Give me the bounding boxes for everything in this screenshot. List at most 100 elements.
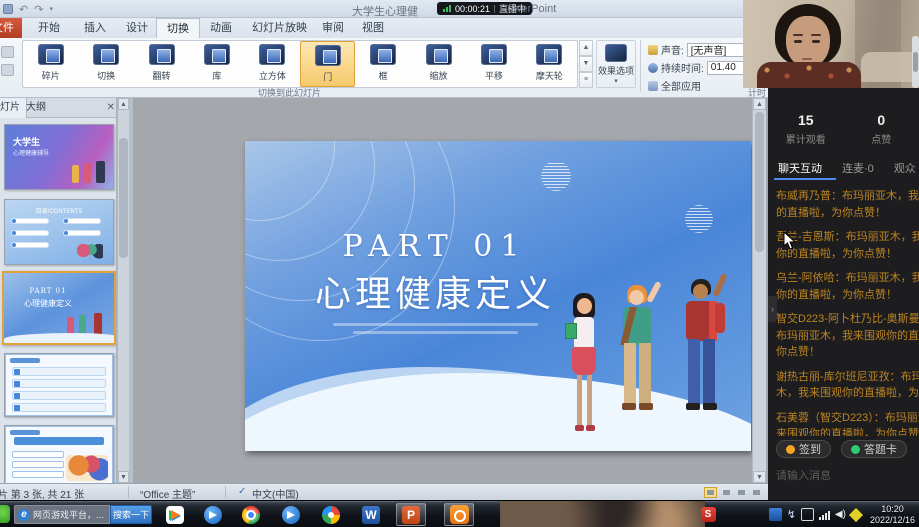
transition-box[interactable]: 框 (355, 41, 410, 87)
transition-pan[interactable]: 平移 (466, 41, 521, 87)
checkin-button[interactable]: 签到 (776, 440, 831, 458)
view-reading-button[interactable] (735, 487, 748, 498)
transition-switch-icon (93, 44, 119, 65)
editor-scrollbar[interactable]: ▲ ▼ (752, 98, 766, 483)
panel-close-icon[interactable]: ✕ (107, 102, 115, 113)
transition-doors-selected[interactable]: 门 (300, 41, 355, 87)
transition-gallery-fx[interactable]: 库 (189, 41, 244, 87)
redo-icon[interactable]: ↷ (34, 3, 43, 16)
man1-shoe (639, 403, 653, 410)
tab-design[interactable]: 设计 (116, 18, 158, 38)
network-signal-icon[interactable] (819, 510, 830, 520)
view-normal-button[interactable] (704, 487, 717, 498)
webcam-person-face (786, 16, 830, 68)
clock-time: 10:20 (870, 504, 915, 515)
transition-switch[interactable]: 切换 (78, 41, 133, 87)
sound-select[interactable]: [无声音] (687, 43, 749, 57)
chat-message-input[interactable] (776, 470, 911, 482)
security-tray-icon[interactable] (849, 507, 863, 521)
answer-card-button[interactable]: 答题卡 (841, 440, 907, 458)
editor-scroll-down-icon[interactable]: ▼ (753, 471, 766, 483)
thumb4-row (12, 379, 106, 388)
save-icon[interactable] (3, 4, 13, 14)
tab-home[interactable]: 开始 (28, 18, 70, 38)
man1-raised-arm (646, 281, 662, 303)
effect-options-button[interactable]: 效果选项 ▾ (596, 40, 636, 88)
tab-slideshow[interactable]: 幻灯片放映 (242, 18, 317, 38)
chat-collapse-handle[interactable]: › (768, 296, 777, 322)
panel-scroll-down-icon[interactable]: ▼ (118, 471, 129, 483)
transition-cube[interactable]: 立方体 (245, 41, 300, 87)
spellcheck-icon[interactable]: ✓ (238, 486, 246, 497)
tab-animations[interactable]: 动画 (200, 18, 242, 38)
man2-shoe (703, 403, 717, 410)
view-sorter-button[interactable] (720, 487, 733, 498)
webcam-side-scrollbar[interactable] (912, 36, 919, 88)
apply-all-button[interactable]: 全部应用 (648, 78, 701, 93)
gallery-scroll-up[interactable]: ▲ (579, 40, 593, 56)
gallery-more-icon[interactable]: ≡ (579, 72, 593, 88)
duration-input[interactable] (707, 61, 745, 75)
bluetooth-icon[interactable]: ↯ (787, 508, 796, 521)
transition-ferris[interactable]: 摩天轮 (522, 41, 577, 87)
view-slideshow-button[interactable] (750, 487, 763, 498)
gallery-scroll: ▲ ▼ ≡ (579, 40, 593, 88)
volume-icon[interactable]: ◀) (835, 509, 846, 520)
tab-mic-connect[interactable]: 连麦·0 (832, 160, 884, 176)
clipboard-icon[interactable] (801, 508, 814, 521)
panel-scroll-thumb[interactable] (119, 138, 128, 258)
tab-file[interactable]: 文件 (0, 18, 22, 38)
chat-message-list[interactable]: 布威再乃普：布玛丽亚木，我来围观你的直播啦，为你点赞！ 吾兰-吉恩斯：布玛丽亚木… (776, 188, 919, 436)
thumb5-header (10, 430, 40, 435)
panel-scrollbar[interactable]: ▲ ▼ (117, 98, 129, 483)
gallery-scroll-down[interactable]: ▼ (579, 56, 593, 72)
thumb1-subtitle: 心理健康辅导 (13, 148, 49, 157)
taskbar-chrome[interactable] (236, 503, 266, 526)
editor-scroll-up-icon[interactable]: ▲ (753, 98, 766, 110)
tray-sogou[interactable]: S (698, 503, 718, 526)
likes-label: 点赞 (844, 131, 919, 146)
tab-transitions[interactable]: 切换 (156, 18, 200, 38)
deco-striped-circle (685, 205, 713, 233)
taskbar-word[interactable]: W (356, 503, 386, 526)
slide-thumbnail-3-selected[interactable]: PART 01 心理健康定义 (2, 271, 116, 345)
tab-review[interactable]: 审阅 (312, 18, 354, 38)
undo-icon[interactable]: ↶ (19, 3, 28, 16)
editor-scroll-thumb[interactable] (755, 112, 764, 252)
preview-icon[interactable] (1, 46, 14, 58)
tab-chat-interaction[interactable]: 聊天互动 (768, 160, 832, 176)
transition-zoom[interactable]: 缩放 (411, 41, 466, 87)
transition-ferris-icon (536, 44, 562, 65)
panel-scroll-up-icon[interactable]: ▲ (118, 98, 129, 110)
tab-outline[interactable]: 大纲 (20, 98, 52, 118)
taskbar-powerpoint[interactable]: P (396, 503, 426, 526)
thumb3-bg: PART 01 心理健康定义 (4, 273, 114, 343)
language-indicator[interactable]: 中文(中国) (252, 486, 299, 501)
tab-audience[interactable]: 观众 (884, 160, 919, 176)
taskbar-clock[interactable]: 10:20 2022/12/16 (870, 504, 915, 526)
slide-subtitle-line (353, 331, 518, 334)
tab-insert[interactable]: 插入 (74, 18, 116, 38)
taskbar-tencent-video[interactable] (160, 503, 190, 526)
qat-dropdown-icon[interactable]: ▾ (49, 5, 53, 13)
transition-split[interactable]: 碎片 (23, 41, 78, 87)
man2-head (693, 284, 708, 299)
taskbar-browser-blue-2[interactable] (276, 503, 306, 526)
taskbar-partial-app-icon[interactable] (0, 505, 10, 523)
slide-thumbnail-4[interactable] (4, 353, 114, 417)
slide-thumbnail-1[interactable]: 大学生 心理健康辅导 (4, 124, 114, 190)
transition-split-icon (38, 44, 64, 65)
ime-icon[interactable] (769, 508, 782, 521)
current-slide[interactable]: PART 01 心理健康定义 (245, 141, 751, 451)
taskbar-streaming-app[interactable] (444, 503, 474, 526)
preview-icon-2[interactable] (1, 64, 14, 76)
taskbar-search-button[interactable]: 搜索一下 (110, 505, 152, 524)
taskbar-browser-blue-1[interactable] (198, 503, 228, 526)
transition-flip[interactable]: 翻转 (134, 41, 189, 87)
tab-view[interactable]: 视图 (352, 18, 394, 38)
taskbar-360-browser[interactable] (316, 503, 346, 526)
taskbar-search-widget[interactable]: e 网页游戏平台，... (14, 505, 110, 524)
slide-thumbnail-5[interactable] (4, 425, 114, 483)
slide-thumbnail-2[interactable]: 目录/CONTENTS (4, 199, 114, 265)
webcam-side-scroll-thumb[interactable] (913, 52, 918, 72)
